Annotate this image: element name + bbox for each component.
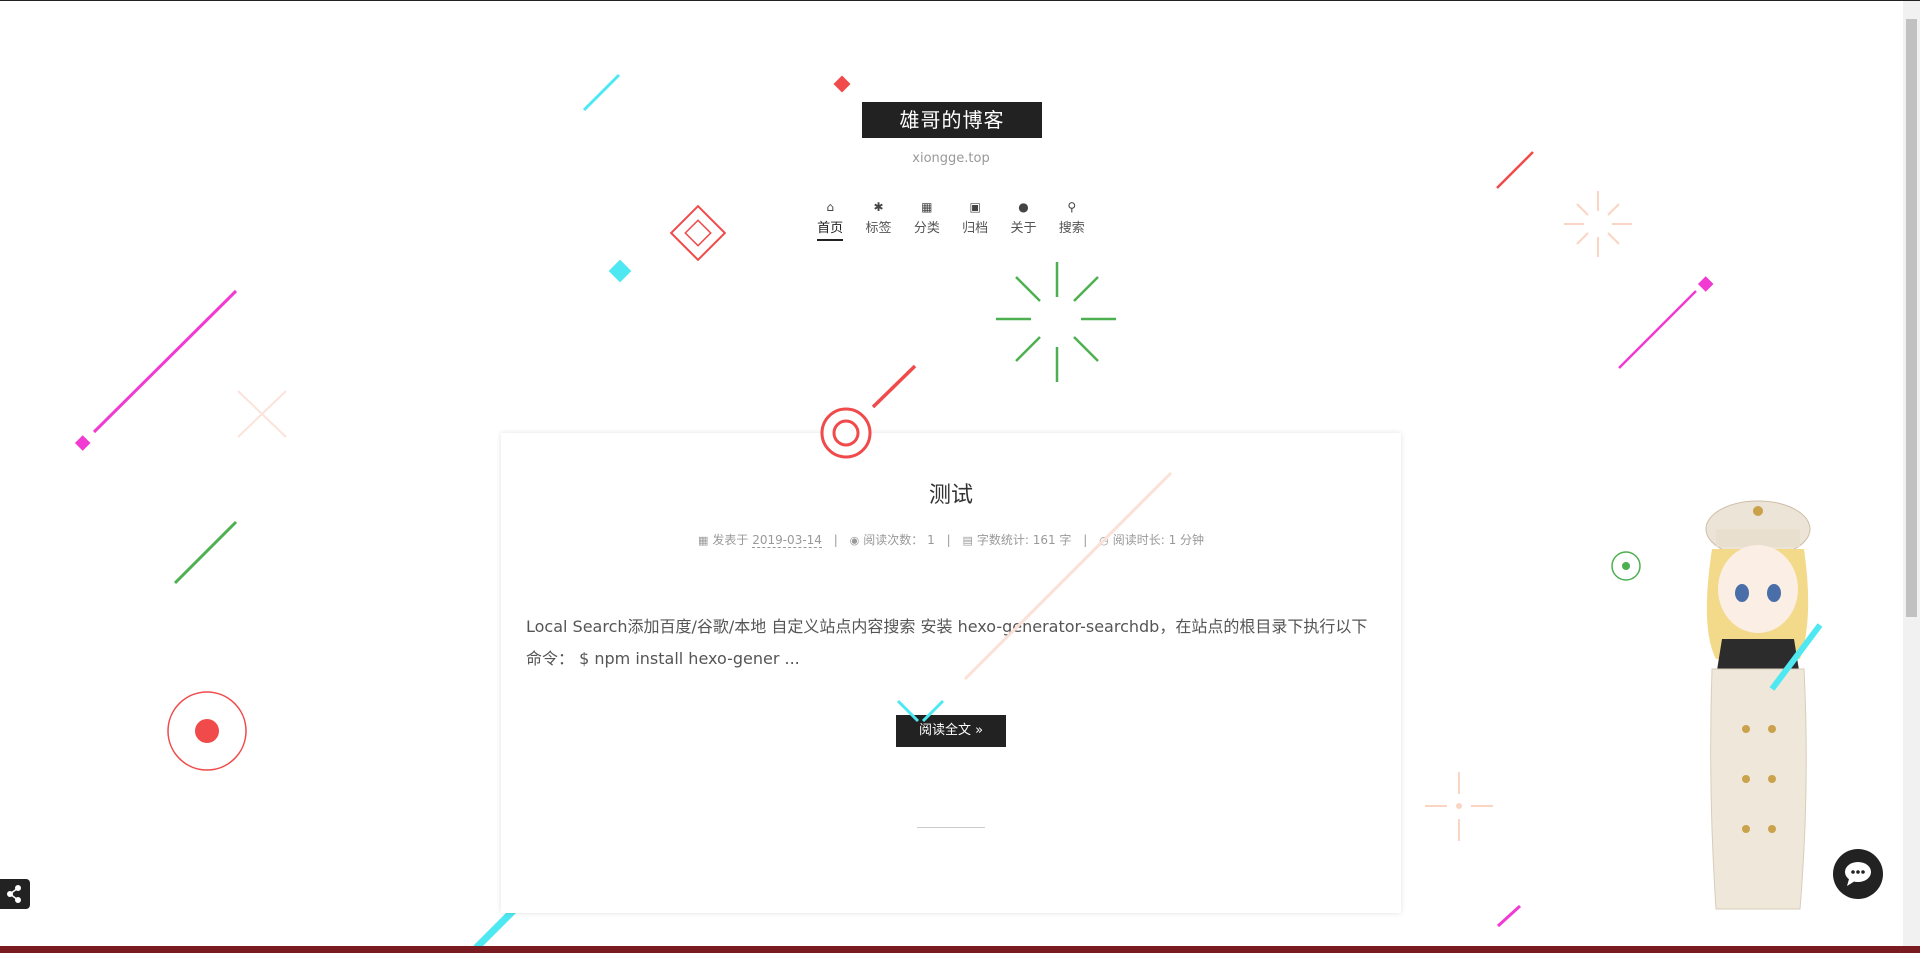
menu-item-label: 标签 bbox=[865, 221, 892, 236]
decor-circle bbox=[167, 691, 247, 771]
word-count: 字数统计: 161 字 bbox=[976, 533, 1072, 547]
read-more-button[interactable]: 阅读全文 » bbox=[896, 715, 1006, 747]
meta-separator: | bbox=[946, 533, 951, 547]
share-button[interactable] bbox=[0, 879, 30, 909]
site-title[interactable]: 雄哥的博客 bbox=[862, 102, 1042, 138]
menu-item-label: 归档 bbox=[962, 221, 989, 236]
post-card: 测试 ▦ 发表于 2019-03-14 | ◉ 阅读次数： 1 | ▤ 字数统计: 1… bbox=[501, 433, 1401, 913]
decor-line bbox=[582, 73, 621, 112]
taskbar bbox=[0, 946, 1920, 953]
post-excerpt: Local Search添加百度/谷歌/本地 自定义站点内容搜索 安装 hexo… bbox=[526, 617, 1368, 668]
tags-icon: ✱ bbox=[873, 200, 884, 214]
site-subtitle: xiongge.top bbox=[912, 151, 990, 166]
menu-item-label: 关于 bbox=[1010, 221, 1037, 236]
read-time: 阅读时长: 1 分钟 bbox=[1112, 533, 1205, 547]
archive-icon: ▣ bbox=[969, 200, 981, 214]
scrollbar-thumb[interactable] bbox=[1906, 19, 1917, 617]
meta-separator: | bbox=[833, 533, 838, 547]
menu-item-tags[interactable]: ✱ 标签 bbox=[854, 198, 902, 244]
share-icon bbox=[7, 885, 21, 903]
chat-button[interactable] bbox=[1833, 849, 1883, 899]
menu-item-home[interactable]: ⌂ 首页 bbox=[806, 198, 854, 244]
decor-line bbox=[871, 364, 917, 409]
file-icon: ▤ bbox=[962, 534, 973, 547]
eye-icon: ◉ bbox=[849, 534, 860, 547]
decor-line bbox=[173, 520, 238, 585]
menu-item-about[interactable]: ● 关于 bbox=[999, 198, 1047, 244]
decor-line bbox=[92, 289, 238, 434]
th-icon: ▦ bbox=[921, 200, 933, 214]
post-divider bbox=[917, 827, 985, 828]
mascot-character[interactable] bbox=[1672, 489, 1832, 921]
post-meta: ▦ 发表于 2019-03-14 | ◉ 阅读次数： 1 | ▤ 字数统计: 161 … bbox=[501, 531, 1401, 548]
main-menu: ⌂ 首页 ✱ 标签 ▦ 分类 ▣ 归档 ● 关于 ⚲ 搜索 bbox=[806, 198, 1096, 244]
home-icon: ⌂ bbox=[826, 200, 834, 214]
calendar-icon: ▦ bbox=[697, 534, 709, 547]
views-count: 1 bbox=[927, 533, 935, 547]
menu-item-label: 首页 bbox=[817, 221, 844, 241]
clock-icon: ◷ bbox=[1099, 534, 1109, 547]
decor-diamond bbox=[833, 75, 851, 93]
decor-starburst bbox=[996, 262, 1116, 382]
page: 雄哥的博客 xiongge.top ⌂ 首页 ✱ 标签 ▦ 分类 ▣ 归档 ● … bbox=[0, 0, 1920, 953]
decor-diamond bbox=[608, 259, 632, 283]
menu-item-label: 分类 bbox=[913, 221, 940, 236]
post-title[interactable]: 测试 bbox=[501, 477, 1401, 509]
post-date: 2019-03-14 bbox=[752, 533, 822, 548]
menu-item-label: 搜索 bbox=[1058, 221, 1085, 236]
chat-icon bbox=[1845, 862, 1871, 886]
search-icon: ⚲ bbox=[1067, 200, 1077, 214]
decor-diamond-outline bbox=[669, 204, 727, 262]
decor-starburst bbox=[1564, 191, 1632, 257]
meta-separator: | bbox=[1083, 533, 1088, 547]
menu-item-archives[interactable]: ▣ 归档 bbox=[951, 198, 999, 244]
posted-label: 发表于 bbox=[712, 533, 749, 547]
user-icon: ● bbox=[1018, 200, 1029, 214]
menu-item-search[interactable]: ⚲ 搜索 bbox=[1048, 198, 1096, 244]
menu-item-categories[interactable]: ▦ 分类 bbox=[903, 198, 951, 244]
views-label: 阅读次数： bbox=[863, 533, 924, 547]
